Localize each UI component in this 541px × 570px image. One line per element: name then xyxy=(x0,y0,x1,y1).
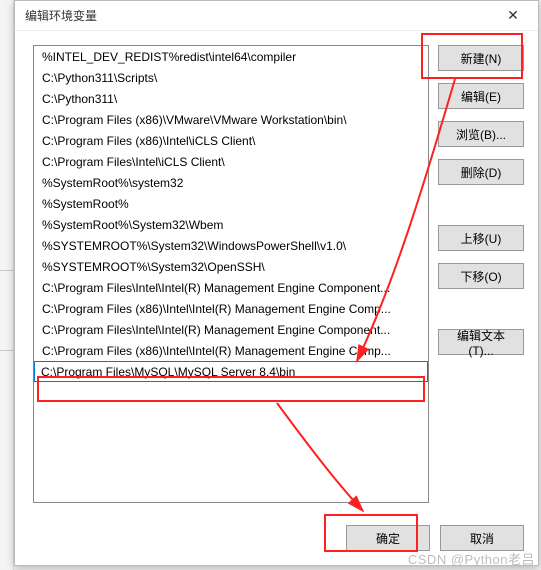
dialog-title: 编辑环境变量 xyxy=(25,7,97,24)
list-item[interactable]: C:\Program Files\Intel\Intel(R) Manageme… xyxy=(34,277,428,298)
ok-button[interactable]: 确定 xyxy=(346,525,430,551)
titlebar: 编辑环境变量 ✕ xyxy=(15,1,538,31)
close-button[interactable]: ✕ xyxy=(492,3,534,29)
bg-line xyxy=(0,350,14,351)
list-item[interactable]: %SystemRoot% xyxy=(34,193,428,214)
list-item[interactable]: C:\Python311\ xyxy=(34,88,428,109)
list-item[interactable]: %SYSTEMROOT%\System32\OpenSSH\ xyxy=(34,256,428,277)
delete-button[interactable]: 删除(D) xyxy=(438,159,524,185)
dialog-content: %INTEL_DEV_REDIST%redist\intel64\compile… xyxy=(15,31,538,565)
move-up-button[interactable]: 上移(U) xyxy=(438,225,524,251)
move-down-button[interactable]: 下移(O) xyxy=(438,263,524,289)
bottom-buttons: 确定 取消 xyxy=(346,525,524,551)
path-listbox[interactable]: %INTEL_DEV_REDIST%redist\intel64\compile… xyxy=(33,45,429,503)
list-item[interactable]: C:\Program Files (x86)\Intel\iCLS Client… xyxy=(34,130,428,151)
list-item[interactable]: C:\Program Files\Intel\iCLS Client\ xyxy=(34,151,428,172)
edit-env-dialog: 编辑环境变量 ✕ %INTEL_DEV_REDIST%redist\intel6… xyxy=(14,0,539,566)
new-button[interactable]: 新建(N) xyxy=(438,45,524,71)
list-item[interactable]: C:\Program Files\Intel\Intel(R) Manageme… xyxy=(34,319,428,340)
cancel-button[interactable]: 取消 xyxy=(440,525,524,551)
edit-button[interactable]: 编辑(E) xyxy=(438,83,524,109)
list-item[interactable]: %INTEL_DEV_REDIST%redist\intel64\compile… xyxy=(34,46,428,67)
list-item[interactable]: %SystemRoot%\system32 xyxy=(34,172,428,193)
list-item[interactable]: C:\Program Files (x86)\Intel\Intel(R) Ma… xyxy=(34,298,428,319)
edit-text-button[interactable]: 编辑文本(T)... xyxy=(438,329,524,355)
button-column: 新建(N) 编辑(E) 浏览(B)... 删除(D) 上移(U) 下移(O) 编… xyxy=(438,45,524,355)
path-edit-input[interactable] xyxy=(34,361,428,382)
list-item[interactable]: C:\Program Files (x86)\Intel\Intel(R) Ma… xyxy=(34,340,428,361)
list-item[interactable]: C:\Program Files (x86)\VMware\VMware Wor… xyxy=(34,109,428,130)
browse-button[interactable]: 浏览(B)... xyxy=(438,121,524,147)
background-strip xyxy=(0,0,14,570)
list-item[interactable]: C:\Python311\Scripts\ xyxy=(34,67,428,88)
close-icon: ✕ xyxy=(507,7,519,24)
bg-line xyxy=(0,270,14,271)
list-item-editing[interactable] xyxy=(34,361,428,382)
list-item[interactable]: %SystemRoot%\System32\Wbem xyxy=(34,214,428,235)
list-item[interactable]: %SYSTEMROOT%\System32\WindowsPowerShell\… xyxy=(34,235,428,256)
